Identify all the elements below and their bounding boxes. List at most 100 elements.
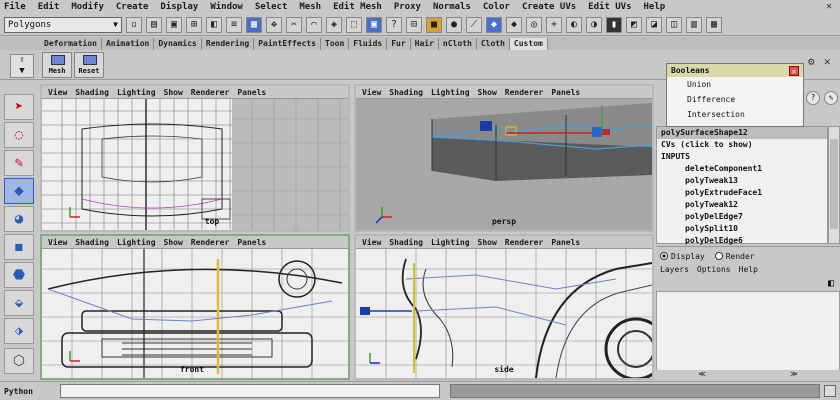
shelf-button-mesh[interactable]: Mesh xyxy=(42,52,72,78)
panel-menu-panels[interactable]: Panels xyxy=(551,238,580,247)
mask-joint-icon[interactable]: ✂ xyxy=(286,16,302,33)
scroll-right-icon[interactable]: ≫ xyxy=(790,370,797,380)
render-radio[interactable] xyxy=(714,252,723,260)
panel-menu-panels[interactable]: Panels xyxy=(237,88,266,97)
soft-mod-tool-icon[interactable]: ⬙ xyxy=(4,290,34,316)
menu-proxy[interactable]: Proxy xyxy=(394,2,421,12)
boolean-union-item[interactable]: Union xyxy=(667,77,803,92)
menu-display[interactable]: Display xyxy=(160,2,198,12)
panel-menu-shading[interactable]: Shading xyxy=(75,88,109,97)
list-item[interactable]: polySurfaceShape12 xyxy=(657,127,827,139)
display-radio[interactable] xyxy=(660,252,668,260)
panel-menu-shading[interactable]: Shading xyxy=(75,238,109,247)
boolean-difference-item[interactable]: Difference xyxy=(667,92,803,107)
open-scene-icon[interactable]: ▤ xyxy=(146,16,162,33)
lock-selection-icon[interactable]: ⊟ xyxy=(406,16,422,33)
menu-select[interactable]: Select xyxy=(255,2,288,12)
tab-cloth[interactable]: Cloth xyxy=(477,38,510,50)
menu-set-dropdown[interactable]: Polygons ▼ xyxy=(4,16,122,33)
panel-menu-panels[interactable]: Panels xyxy=(237,238,266,247)
snap-plane-icon[interactable]: ◆ xyxy=(506,16,522,33)
panel-menu-lighting[interactable]: Lighting xyxy=(117,238,156,247)
boolean-intersection-item[interactable]: Intersection xyxy=(667,107,803,122)
panel-menu-lighting[interactable]: Lighting xyxy=(431,88,470,97)
viewport-persp[interactable]: View Shading Lighting Show Renderer Pane… xyxy=(354,84,654,232)
toggle-attribute-editor-icon[interactable]: ▦ xyxy=(706,16,722,33)
help-icon[interactable]: ? xyxy=(806,91,820,105)
tab-custom[interactable]: Custom xyxy=(509,38,548,50)
panel-menu-renderer[interactable]: Renderer xyxy=(505,238,544,247)
scrollbar-thumb[interactable] xyxy=(830,139,838,229)
input-line-icon[interactable]: ◫ xyxy=(666,16,682,33)
rotate-tool-icon[interactable]: ◕ xyxy=(4,206,34,232)
menu-edit[interactable]: Edit xyxy=(38,2,60,12)
menu-create-uvs[interactable]: Create UVs xyxy=(522,2,576,12)
pick-mask-icon[interactable]: ✥ xyxy=(266,16,282,33)
tab-rendering[interactable]: Rendering xyxy=(202,38,255,50)
viewport-canvas[interactable]: side xyxy=(356,249,652,378)
select-tool-icon[interactable]: ➤ xyxy=(4,94,34,120)
tab-fur[interactable]: Fur xyxy=(387,38,411,50)
lasso-tool-icon[interactable]: ◌ xyxy=(4,122,34,148)
tab-ncloth[interactable]: nCloth xyxy=(439,38,477,50)
manipulator-tool-icon[interactable]: ⬣ xyxy=(4,262,34,288)
list-item[interactable]: polyTweak12 xyxy=(657,199,827,211)
list-item[interactable]: polyDelEdge7 xyxy=(657,211,827,223)
scroll-left-icon[interactable]: ≪ xyxy=(698,370,705,380)
shelf-button-reset[interactable]: Reset xyxy=(74,52,104,78)
tab-toon[interactable]: Toon xyxy=(321,38,350,50)
menu-edit-mesh[interactable]: Edit Mesh xyxy=(333,2,382,12)
panel-menu-show[interactable]: Show xyxy=(164,238,183,247)
panel-menu-view[interactable]: View xyxy=(48,238,67,247)
render-view-icon[interactable]: ◐ xyxy=(566,16,582,33)
menu-normals[interactable]: Normals xyxy=(433,2,471,12)
shelf-menu-icon[interactable]: ⇧ ▼ xyxy=(10,54,34,78)
booleans-title-bar[interactable]: Booleans ✕ xyxy=(667,64,803,77)
panel-menu-view[interactable]: View xyxy=(48,88,67,97)
list-item[interactable]: CVs (click to show) xyxy=(657,139,827,151)
history-icon[interactable]: + xyxy=(546,16,562,33)
menu-create[interactable]: Create xyxy=(116,2,149,12)
snap-point-icon[interactable]: ◆ xyxy=(486,16,502,33)
mask-surface-icon[interactable]: ◈ xyxy=(326,16,342,33)
toggle-channel-box-icon[interactable]: ▥ xyxy=(686,16,702,33)
script-editor-icon[interactable] xyxy=(824,385,836,397)
panel-menu-shading[interactable]: Shading xyxy=(389,238,423,247)
mask-curve-icon[interactable]: ⌒ xyxy=(306,16,322,33)
layer-menu-help[interactable]: Help xyxy=(739,265,758,274)
move-tool-icon[interactable]: ⬥ xyxy=(4,178,34,204)
command-language[interactable]: Python xyxy=(4,387,60,396)
command-input[interactable] xyxy=(60,384,440,398)
snap-grid-icon[interactable]: ● xyxy=(446,16,462,33)
panel-menu-view[interactable]: View xyxy=(362,88,381,97)
menu-modify[interactable]: Modify xyxy=(71,2,104,12)
viewport-side[interactable]: View Shading Lighting Show Renderer Pane… xyxy=(354,234,654,380)
layer-menu-options[interactable]: Options xyxy=(697,265,731,274)
quick-layout-icon[interactable]: ⬡ xyxy=(4,348,34,374)
scale-tool-icon[interactable]: ◼ xyxy=(4,234,34,260)
channel-box-scrollbar[interactable] xyxy=(828,126,840,244)
viewport-front[interactable]: View Shading Lighting Show Renderer Pane… xyxy=(40,234,350,380)
object-mode-icon[interactable]: ▦ xyxy=(246,16,262,33)
menu-mesh[interactable]: Mesh xyxy=(299,2,321,12)
panel-menu-lighting[interactable]: Lighting xyxy=(431,238,470,247)
last-tool-icon[interactable]: ⬗ xyxy=(4,318,34,344)
tab-painteffects[interactable]: PaintEffects xyxy=(254,38,322,50)
tab-dynamics[interactable]: Dynamics xyxy=(154,38,202,50)
panel-menu-show[interactable]: Show xyxy=(164,88,183,97)
layer-list[interactable] xyxy=(656,291,840,373)
menu-file[interactable]: File xyxy=(4,2,26,12)
tab-animation[interactable]: Animation xyxy=(102,38,155,50)
menu-color[interactable]: Color xyxy=(483,2,510,12)
close-icon[interactable]: ✕ xyxy=(826,2,836,12)
menu-window[interactable]: Window xyxy=(210,2,243,12)
select-mode-icon[interactable]: ⊞ xyxy=(186,16,202,33)
mask-misc-icon[interactable]: ? xyxy=(386,16,402,33)
pin-icon[interactable]: ✎ xyxy=(824,91,838,105)
render-frame-icon[interactable]: ◑ xyxy=(586,16,602,33)
menu-help[interactable]: Help xyxy=(644,2,666,12)
paint-select-tool-icon[interactable]: ✎ xyxy=(4,150,34,176)
component-mode-icon[interactable]: ◧ xyxy=(206,16,222,33)
new-scene-icon[interactable]: ▫ xyxy=(126,16,142,33)
close-icon[interactable]: ✕ xyxy=(789,65,799,76)
